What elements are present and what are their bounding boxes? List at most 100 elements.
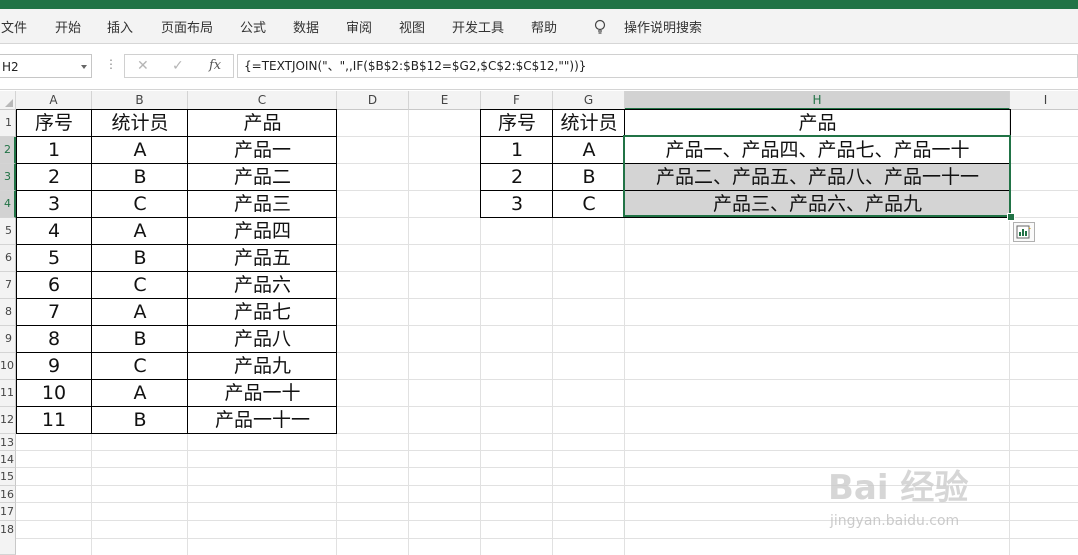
more-dots-icon[interactable]: ⋮ [105, 57, 117, 71]
column-header-h[interactable]: H [625, 91, 1010, 110]
table-cell[interactable]: A [92, 380, 188, 407]
table-cell[interactable]: C [553, 191, 625, 218]
table-cell[interactable]: 7 [16, 299, 92, 326]
row-header-6[interactable]: 6 [0, 245, 16, 272]
column-header-a[interactable]: A [16, 91, 92, 110]
row-header-12[interactable]: 12 [0, 407, 16, 434]
table-cell[interactable]: 产品一十 [188, 380, 337, 407]
table-cell[interactable]: 10 [16, 380, 92, 407]
table-cell[interactable]: A [92, 137, 188, 164]
fill-handle[interactable] [1007, 213, 1015, 221]
tab-view[interactable]: 视图 [399, 17, 425, 36]
row-header-11[interactable]: 11 [0, 380, 16, 407]
cancel-icon[interactable]: ✕ [137, 58, 149, 74]
table-cell[interactable]: 1 [16, 137, 92, 164]
table-cell[interactable]: 产品一 [188, 137, 337, 164]
cell-b1[interactable]: 统计员 [92, 110, 188, 137]
table-cell[interactable]: 产品五 [188, 245, 337, 272]
gridline [16, 450, 1078, 451]
row-header-15[interactable]: 15 [0, 468, 16, 486]
table-cell[interactable]: 产品九 [188, 353, 337, 380]
tell-me-search[interactable]: 操作说明搜索 [624, 17, 702, 36]
column-header-g[interactable]: G [553, 91, 625, 110]
row-header-9[interactable]: 9 [0, 326, 16, 353]
table-cell[interactable]: 产品一十一 [188, 407, 337, 434]
tab-developer[interactable]: 开发工具 [452, 17, 504, 36]
row-header-17[interactable]: 17 [0, 503, 16, 521]
insert-function-icon[interactable]: fx [209, 58, 221, 73]
row-header-4[interactable]: 4 [0, 191, 16, 218]
chevron-down-icon[interactable] [81, 65, 87, 69]
table-cell[interactable]: B [92, 245, 188, 272]
cell-f1[interactable]: 序号 [481, 110, 553, 137]
table-cell[interactable]: B [92, 407, 188, 434]
quick-analysis-icon [1016, 225, 1031, 239]
table-cell[interactable]: 1 [481, 137, 553, 164]
table-cell[interactable]: 8 [16, 326, 92, 353]
row-header-13[interactable]: 13 [0, 434, 16, 451]
table-cell[interactable]: 产品七 [188, 299, 337, 326]
table-cell[interactable]: C [92, 191, 188, 218]
column-header-b[interactable]: B [92, 91, 188, 110]
table-cell[interactable]: 产品四 [188, 218, 337, 245]
tab-insert[interactable]: 插入 [107, 17, 133, 36]
cell-c1[interactable]: 产品 [188, 110, 337, 137]
table-cell[interactable]: 产品六 [188, 272, 337, 299]
table-cell[interactable]: B [92, 326, 188, 353]
confirm-icon[interactable]: ✓ [172, 58, 184, 74]
tab-file[interactable]: 文件 [1, 17, 27, 36]
table-cell[interactable]: 产品三 [188, 191, 337, 218]
column-header-d[interactable]: D [337, 91, 409, 110]
table-cell[interactable]: A [92, 218, 188, 245]
row-header-2[interactable]: 2 [0, 137, 16, 164]
tab-help[interactable]: 帮助 [531, 17, 557, 36]
table-cell[interactable]: A [553, 137, 625, 164]
row-header-16[interactable]: 16 [0, 486, 16, 503]
table-cell[interactable]: 产品二 [188, 164, 337, 191]
table-cell[interactable]: C [92, 353, 188, 380]
name-box-value: H2 [2, 60, 19, 74]
table-cell[interactable]: B [553, 164, 625, 191]
selection-border [623, 135, 1011, 217]
row-header-8[interactable]: 8 [0, 299, 16, 326]
table-cell[interactable]: 产品八 [188, 326, 337, 353]
tab-formulas[interactable]: 公式 [240, 17, 266, 36]
table-cell[interactable]: 6 [16, 272, 92, 299]
table-cell[interactable]: 3 [481, 191, 553, 218]
column-header-e[interactable]: E [409, 91, 481, 110]
quick-analysis-button[interactable] [1013, 222, 1035, 242]
table-cell[interactable]: 11 [16, 407, 92, 434]
formula-input[interactable]: {=TEXTJOIN("、",,IF($B$2:$B$12=$G2,$C$2:$… [237, 54, 1078, 78]
table-cell[interactable]: 9 [16, 353, 92, 380]
table-cell[interactable]: 2 [481, 164, 553, 191]
name-box[interactable]: H2 [0, 54, 92, 78]
column-header-c[interactable]: C [188, 91, 337, 110]
select-all-corner[interactable] [0, 91, 16, 110]
row-header-14[interactable]: 14 [0, 451, 16, 468]
table-cell[interactable]: 4 [16, 218, 92, 245]
title-bar [0, 0, 1078, 9]
tab-page-layout[interactable]: 页面布局 [161, 17, 213, 36]
tab-data[interactable]: 数据 [293, 17, 319, 36]
table-cell[interactable]: 2 [16, 164, 92, 191]
column-header-i[interactable]: I [1010, 91, 1078, 110]
cell-g1[interactable]: 统计员 [553, 110, 625, 137]
row-header-18[interactable]: 18 [0, 521, 16, 555]
row-header-1[interactable]: 1 [0, 110, 16, 137]
table-cell[interactable]: C [92, 272, 188, 299]
table-cell[interactable]: 3 [16, 191, 92, 218]
table-cell[interactable]: B [92, 164, 188, 191]
tab-home[interactable]: 开始 [55, 17, 81, 36]
tab-review[interactable]: 审阅 [346, 17, 372, 36]
row-header-7[interactable]: 7 [0, 272, 16, 299]
ribbon-tabs: 文件 开始 插入 页面布局 公式 数据 审阅 视图 开发工具 帮助 操作说明搜索 [0, 9, 1078, 44]
column-header-f[interactable]: F [481, 91, 553, 110]
cell-a1[interactable]: 序号 [16, 110, 92, 137]
row-header-10[interactable]: 10 [0, 353, 16, 380]
row-header-3[interactable]: 3 [0, 164, 16, 191]
cell-h1[interactable]: 产品 [625, 110, 1010, 137]
table-cell[interactable]: 5 [16, 245, 92, 272]
row-header-5[interactable]: 5 [0, 218, 16, 245]
table-cell[interactable]: A [92, 299, 188, 326]
formula-buttons: ✕ ✓ fx [124, 54, 234, 78]
